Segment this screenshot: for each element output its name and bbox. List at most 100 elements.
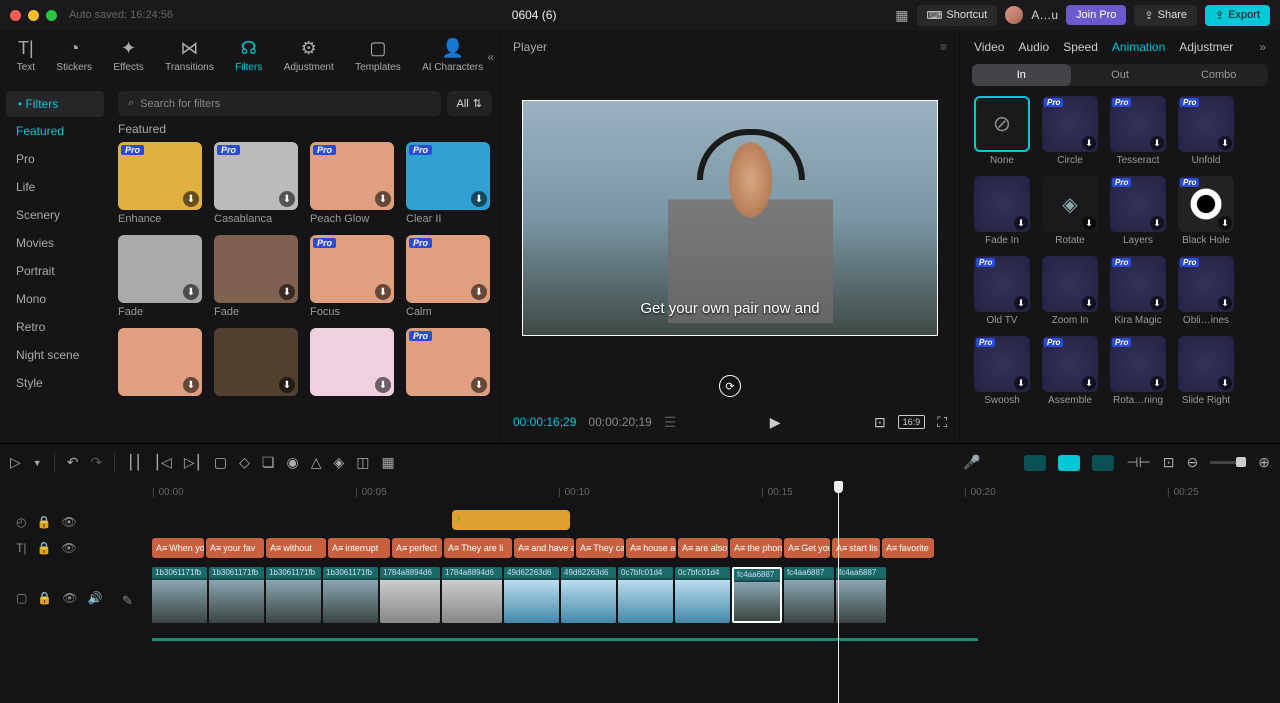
undo-icon[interactable]: ↶ (67, 454, 79, 471)
play-button[interactable]: ▶ (770, 414, 781, 431)
tool-tab-stickers[interactable]: ◔Stickers (56, 38, 92, 77)
toggle-1[interactable] (1024, 455, 1046, 471)
right-tab-animation[interactable]: Animation (1112, 40, 1165, 54)
player-menu-icon[interactable]: ≡ (940, 40, 947, 54)
link-icon[interactable]: ⊡ (1163, 454, 1175, 471)
animation-item[interactable]: ⬇Zoom In (1042, 256, 1098, 326)
text-clip[interactable]: A≡ your fav (206, 538, 264, 558)
download-icon[interactable]: ⬇ (471, 377, 487, 393)
right-tab-speed[interactable]: Speed (1063, 40, 1098, 54)
download-icon[interactable]: ⬇ (1218, 136, 1232, 150)
video-clip[interactable]: 1b3061171fb (266, 567, 321, 623)
animation-item[interactable]: Pro⬇Unfold (1178, 96, 1234, 166)
tool-tab-ai characters[interactable]: 👤AI Characters (422, 38, 483, 77)
text-track[interactable]: A≡ When yoA≡ your favA≡ withoutA≡ interr… (110, 535, 1280, 561)
maximize-window[interactable] (46, 10, 57, 21)
share-button[interactable]: ⇪ Share (1134, 5, 1197, 26)
animation-item[interactable]: ⬇Fade In (974, 176, 1030, 246)
category-item[interactable]: Scenery (0, 201, 110, 229)
animation-item[interactable]: Pro⬇Kira Magic (1110, 256, 1166, 326)
right-tab-video[interactable]: Video (974, 40, 1004, 54)
filter-item[interactable]: Pro⬇Enhance (118, 142, 202, 225)
redo-icon[interactable]: ↷ (90, 454, 102, 471)
filter-item[interactable]: Pro⬇Casablanca (214, 142, 298, 225)
video-clip[interactable]: 1784a8894d6 (380, 567, 440, 623)
zoom-slider[interactable] (1210, 461, 1246, 464)
category-item[interactable]: Life (0, 173, 110, 201)
download-icon[interactable]: ⬇ (1218, 216, 1232, 230)
download-icon[interactable]: ⬇ (279, 377, 295, 393)
eye-icon[interactable]: 👁 (61, 541, 76, 555)
category-item[interactable]: Portrait (0, 257, 110, 285)
category-item[interactable]: Movies (0, 229, 110, 257)
text-clip[interactable]: A≡ They are li (444, 538, 512, 558)
lock-icon[interactable]: 🔒 (37, 591, 52, 605)
right-tab-adjustmer[interactable]: Adjustmer (1179, 40, 1233, 54)
video-track[interactable]: 1b3061171fb1b3061171fb1b3061171fb1b30611… (110, 563, 1280, 637)
video-icon[interactable]: ▢ (16, 591, 27, 605)
search-input[interactable]: ⌕ Search for filters (118, 91, 441, 116)
text-clip[interactable]: A≡ house ar (626, 538, 676, 558)
filter-item[interactable]: ⬇Fade (214, 235, 298, 318)
video-clip[interactable]: fc4aa6887 (784, 567, 834, 623)
text-clip[interactable]: A≡ are also (678, 538, 728, 558)
window-controls[interactable] (10, 10, 57, 21)
download-icon[interactable]: ⬇ (1014, 376, 1028, 390)
download-icon[interactable]: ⬇ (1014, 216, 1028, 230)
category-item[interactable]: Pro (0, 145, 110, 173)
video-clip[interactable]: 1b3061171fb (323, 567, 378, 623)
subtab-in[interactable]: In (972, 64, 1071, 86)
download-icon[interactable]: ⬇ (375, 284, 391, 300)
eye-icon[interactable]: 👁 (61, 515, 76, 529)
tool-tab-adjustment[interactable]: ⚙Adjustment (284, 38, 334, 77)
animation-item[interactable]: ◈⬇Rotate (1042, 176, 1098, 246)
download-icon[interactable]: ⬇ (375, 377, 391, 393)
crop-icon[interactable]: ◫ (356, 454, 369, 471)
text-clip[interactable]: A≡ interrupt (328, 538, 390, 558)
timeline-body[interactable]: 00:0000:0500:1000:1500:2000:25 ♪ A≡ When… (110, 481, 1280, 703)
category-pill[interactable]: • Filters (6, 91, 104, 117)
avatar[interactable] (1005, 6, 1023, 24)
toggle-2[interactable] (1058, 455, 1080, 471)
lock-icon[interactable]: 🔒 (36, 515, 51, 529)
tool-tab-effects[interactable]: ✦Effects (113, 38, 143, 77)
download-icon[interactable]: ⬇ (279, 191, 295, 207)
mark-icon[interactable]: ◇ (239, 454, 250, 471)
animation-item[interactable]: Pro⬇Circle (1042, 96, 1098, 166)
video-clip[interactable]: fc4aa6887 (732, 567, 782, 623)
tool-tab-templates[interactable]: ▢Templates (355, 38, 401, 77)
right-tab-audio[interactable]: Audio (1018, 40, 1049, 54)
text-clip[interactable]: A≡ They car (576, 538, 624, 558)
timeline-ruler[interactable]: 00:0000:0500:1000:1500:2000:25 (110, 481, 1280, 507)
video-clip[interactable]: 1b3061171fb (209, 567, 264, 623)
category-item[interactable]: Style (0, 369, 110, 397)
video-area[interactable]: Get your own pair now and (501, 64, 959, 371)
video-clip[interactable]: fc4aa6887 (836, 567, 886, 623)
filter-item[interactable]: ⬇ (118, 328, 202, 399)
subtab-combo[interactable]: Combo (1169, 64, 1268, 86)
export-button[interactable]: ⇪ Export (1205, 5, 1270, 26)
text-clip[interactable]: A≡ and have a (514, 538, 574, 558)
text-clip[interactable]: A≡ start lis (832, 538, 880, 558)
animation-item[interactable]: Pro⬇Old TV (974, 256, 1030, 326)
filter-item[interactable]: Pro⬇ (406, 328, 490, 399)
mirror-icon[interactable]: △ (311, 454, 322, 471)
video-clip[interactable]: 49d62263d6 (504, 567, 559, 623)
text-clip[interactable]: A≡ without (266, 538, 326, 558)
filter-item[interactable]: Pro⬇Focus (310, 235, 394, 318)
subtab-out[interactable]: Out (1071, 64, 1170, 86)
eye-icon[interactable]: 👁 (62, 591, 77, 605)
download-icon[interactable]: ⬇ (1082, 216, 1096, 230)
lock-icon[interactable]: 🔒 (36, 541, 51, 555)
download-icon[interactable]: ⬇ (1150, 296, 1164, 310)
audio-clip[interactable]: ♪ (452, 510, 570, 530)
animation-item[interactable]: Pro⬇Tesseract (1110, 96, 1166, 166)
zoom-in-icon[interactable]: ⊕ (1258, 454, 1270, 471)
text-clip[interactable]: A≡ When yo (152, 538, 204, 558)
download-icon[interactable]: ⬇ (183, 377, 199, 393)
close-window[interactable] (10, 10, 21, 21)
download-icon[interactable]: ⬇ (375, 191, 391, 207)
fullscreen-icon[interactable]: ⛶ (937, 414, 947, 431)
download-icon[interactable]: ⬇ (1218, 296, 1232, 310)
filter-item[interactable]: ⬇Fade (118, 235, 202, 318)
